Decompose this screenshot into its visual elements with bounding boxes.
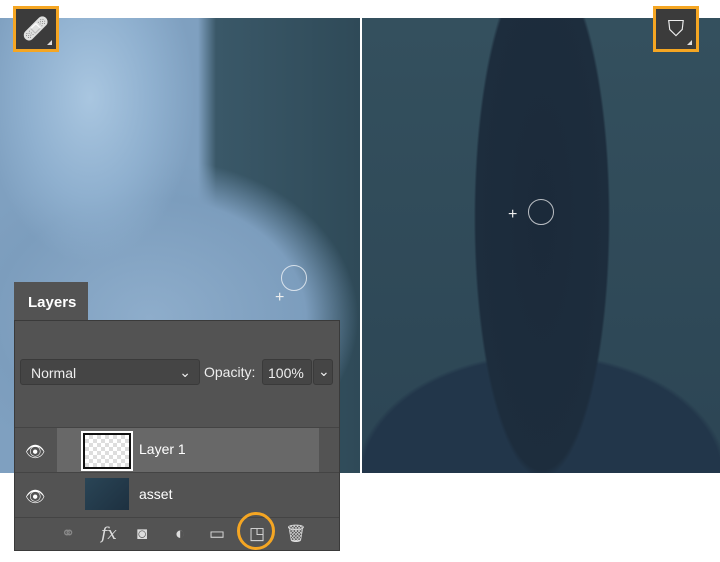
sample-crosshair: + — [275, 289, 285, 306]
opacity-dropdown[interactable]: ⌄ — [313, 359, 333, 385]
layer-thumbnail — [85, 478, 129, 510]
mask-icon[interactable]: ◙ — [137, 524, 147, 544]
layer-name: asset — [139, 486, 173, 502]
tab-layers[interactable]: Layers — [14, 282, 88, 322]
layers-footer: ⚭ fx ◙ ◐ ▭ ◳ 🗑 — [15, 512, 339, 552]
adjustment-icon[interactable]: ◐ — [175, 524, 185, 544]
opacity-value: 100% — [268, 365, 304, 381]
clone-stamp-icon: ⛉ — [667, 16, 685, 41]
healing-brush-icon: 🩹 — [22, 16, 50, 41]
blend-mode-select[interactable]: Normal ⌄ — [20, 359, 200, 385]
brush-cursor — [281, 265, 307, 291]
layer-row[interactable]: 👁 asset — [15, 472, 339, 517]
opacity-input[interactable]: 100% — [262, 359, 312, 385]
chevron-down-icon: ⌄ — [179, 364, 191, 380]
eye-icon[interactable]: 👁 — [25, 442, 45, 462]
new-layer-icon[interactable]: ◳ — [249, 524, 265, 544]
layer-thumbnail — [81, 431, 133, 471]
chevron-down-icon: ⌄ — [318, 363, 330, 379]
folder-icon[interactable]: ▭ — [209, 524, 225, 544]
blend-mode-value: Normal — [31, 365, 77, 381]
trash-icon[interactable]: 🗑 — [285, 524, 307, 544]
result-image: + — [362, 18, 720, 473]
link-icon[interactable]: ⚭ — [61, 524, 75, 544]
clone-stamp-tool-button[interactable]: ⛉ — [653, 6, 699, 52]
tab-label: Layers — [28, 294, 77, 311]
layer-row[interactable]: 👁 Layer 1 — [15, 427, 339, 472]
sample-crosshair: + — [508, 206, 518, 223]
layers-panel: Normal ⌄ Opacity: 100% ⌄ 👁 Layer 1 👁 asse… — [14, 320, 340, 551]
layer-name: Layer 1 — [139, 441, 186, 457]
opacity-label: Opacity: — [204, 364, 256, 380]
healing-brush-tool-button[interactable]: 🩹 — [13, 6, 59, 52]
fx-icon[interactable]: fx — [101, 524, 117, 544]
eye-icon[interactable]: 👁 — [25, 487, 45, 507]
brush-cursor — [528, 199, 554, 225]
